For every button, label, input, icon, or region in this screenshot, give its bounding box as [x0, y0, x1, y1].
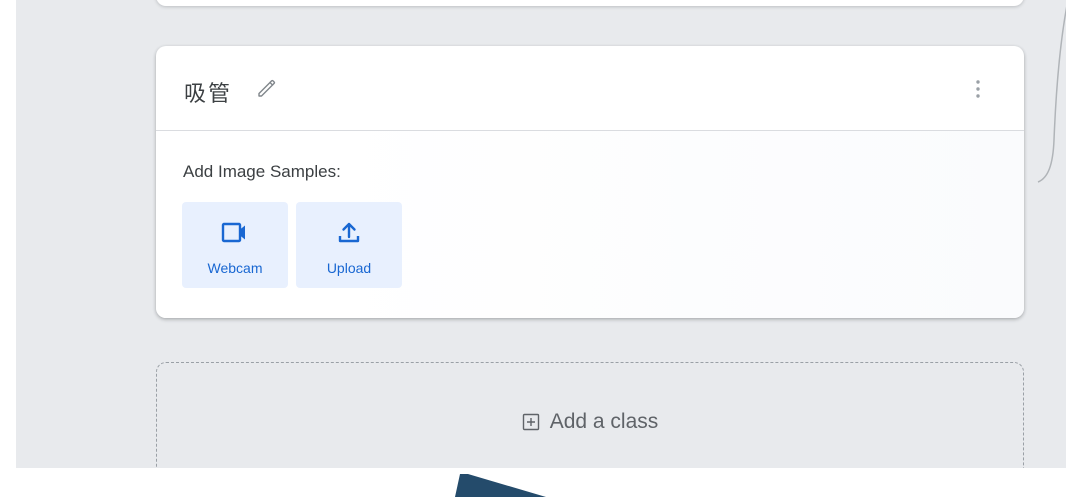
class-card-header: 吸管: [156, 46, 1024, 131]
pencil-icon[interactable]: [254, 76, 278, 100]
previous-class-card-edge: [156, 0, 1024, 6]
add-samples-label: Add Image Samples:: [183, 162, 341, 181]
plus-box-icon: [522, 413, 539, 431]
video-camera-icon: [221, 222, 245, 243]
webcam-button-label: Webcam: [207, 260, 263, 276]
upload-icon: [338, 222, 360, 243]
pointer-arrow-shape: [455, 474, 546, 497]
add-class-button[interactable]: Add a class: [156, 362, 1024, 468]
class-name[interactable]: 吸管: [184, 76, 232, 108]
class-card-body: Add Image Samples: Webcam Upload: [156, 131, 1024, 318]
upload-button-label: Upload: [326, 260, 372, 276]
add-class-label: Add a class: [549, 410, 659, 433]
webcam-button[interactable]: Webcam: [182, 202, 288, 288]
class-card: 吸管 Add Image Samples: Webcam Upload: [156, 46, 1024, 318]
workspace-canvas: 吸管 Add Image Samples: Webcam Upload Add …: [16, 0, 1066, 468]
more-vert-icon[interactable]: [966, 77, 990, 101]
upload-button[interactable]: Upload: [296, 202, 402, 288]
